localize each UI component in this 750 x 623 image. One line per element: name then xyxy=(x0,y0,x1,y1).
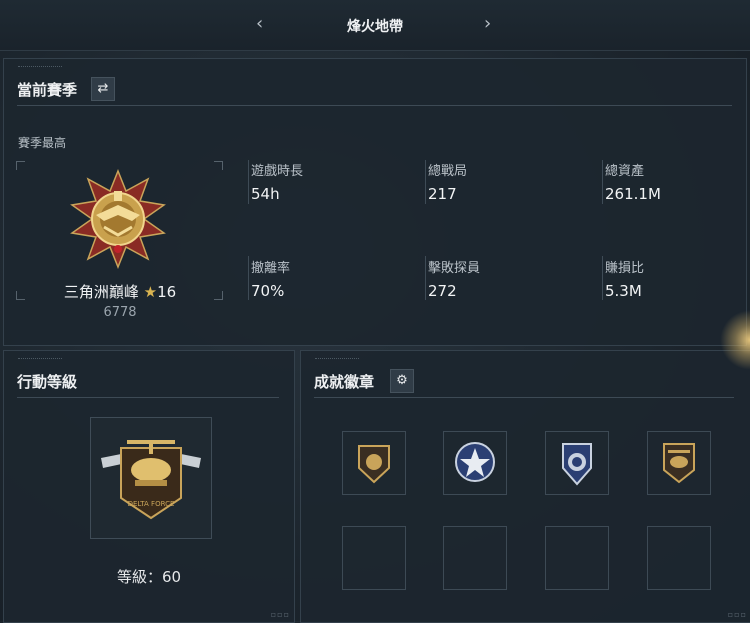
divider xyxy=(248,256,249,300)
achievement-badges-panel: 成就徽章 ⚙ ▫▫▫ xyxy=(300,350,750,623)
stat-value-extraction-rate: 70% xyxy=(251,282,285,300)
divider xyxy=(17,105,732,106)
top-bar: ‹ 烽火地帶 › xyxy=(0,0,750,51)
frame-corner xyxy=(214,161,223,170)
badge-slot[interactable] xyxy=(443,431,507,495)
stat-label-total-matches: 總戰局 xyxy=(428,164,468,179)
swap-arrows-icon: ⇄ xyxy=(97,81,109,96)
stat-value-playtime: 54h xyxy=(251,185,280,203)
empty-badge-slot[interactable] xyxy=(647,526,711,590)
stat-value-total-matches: 217 xyxy=(428,185,457,203)
divider xyxy=(314,397,734,398)
divider xyxy=(602,160,603,204)
rank-score: 6778 xyxy=(103,305,137,320)
current-season-panel: 當前賽季 ⇄ 賽季最高 三角洲巔峰 ★16 6778 遊戲時長 54h 總戰局 … xyxy=(3,58,747,346)
badge-settings-button[interactable]: ⚙ xyxy=(390,369,414,393)
helicopter-emblem-icon: DELTA FORCE xyxy=(101,440,201,520)
operations-level-panel: 行動等級 DELTA FORCE 等級：60 ▫▫▫ xyxy=(3,350,295,623)
stat-label-extraction-rate: 撤離率 xyxy=(251,261,291,276)
level-display: 等級：60 xyxy=(4,566,294,587)
stat-label-profit-ratio: 賺損比 xyxy=(605,261,645,276)
level-emblem-frame: DELTA FORCE xyxy=(90,417,212,539)
divider xyxy=(425,256,426,300)
decorative-dots xyxy=(18,358,62,362)
operations-panel-title: 行動等級 xyxy=(17,373,78,391)
stat-value-total-assets: 261.1M xyxy=(605,185,661,203)
rank-name-text: 三角洲巔峰 xyxy=(63,283,139,301)
empty-badge-slot[interactable] xyxy=(545,526,609,590)
level-label: 等級： xyxy=(116,568,162,586)
swap-season-button[interactable]: ⇄ xyxy=(91,77,115,101)
lion-shield-badge-icon xyxy=(358,445,390,484)
divider xyxy=(425,160,426,204)
badge-slot[interactable] xyxy=(545,431,609,495)
decorative-dots: ▫▫▫ xyxy=(727,610,747,619)
stat-value-operators-defeated: 272 xyxy=(428,282,457,300)
star-icon: ★ xyxy=(143,283,158,301)
divider xyxy=(602,256,603,300)
police-shield-badge-icon xyxy=(562,443,592,486)
decorative-dots xyxy=(18,66,62,70)
chevron-right-icon[interactable]: › xyxy=(484,13,491,34)
peak-rank-emblem-icon xyxy=(70,169,166,269)
emblem-text: DELTA FORCE xyxy=(128,500,175,508)
season-panel-title: 當前賽季 xyxy=(17,81,78,99)
decorative-dots: ▫▫▫ xyxy=(270,610,290,619)
empty-badge-slot[interactable] xyxy=(342,526,406,590)
badge-slot[interactable] xyxy=(647,431,711,495)
level-value: 60 xyxy=(161,568,182,586)
edge-glow xyxy=(720,310,750,370)
frame-corner xyxy=(16,161,25,170)
star-wings-badge-icon xyxy=(455,442,495,482)
stat-label-operators-defeated: 擊敗探員 xyxy=(428,261,481,276)
gear-icon: ⚙ xyxy=(396,373,408,388)
divider xyxy=(248,160,249,204)
achievements-panel-title: 成就徽章 xyxy=(314,373,375,391)
divider xyxy=(17,397,279,398)
mode-title: 烽火地帶 xyxy=(347,19,403,35)
stat-value-profit-ratio: 5.3M xyxy=(605,282,642,300)
empty-badge-slot[interactable] xyxy=(443,526,507,590)
badge-slot[interactable] xyxy=(342,431,406,495)
helicopter-badge-icon xyxy=(663,443,695,484)
rank-stars: 16 xyxy=(157,283,177,301)
rank-name: 三角洲巔峰 ★16 xyxy=(4,281,236,302)
decorative-dots xyxy=(315,358,359,362)
stat-label-playtime: 遊戲時長 xyxy=(251,164,304,179)
season-best-label: 賽季最高 xyxy=(18,136,67,150)
stat-label-total-assets: 總資產 xyxy=(605,164,645,179)
